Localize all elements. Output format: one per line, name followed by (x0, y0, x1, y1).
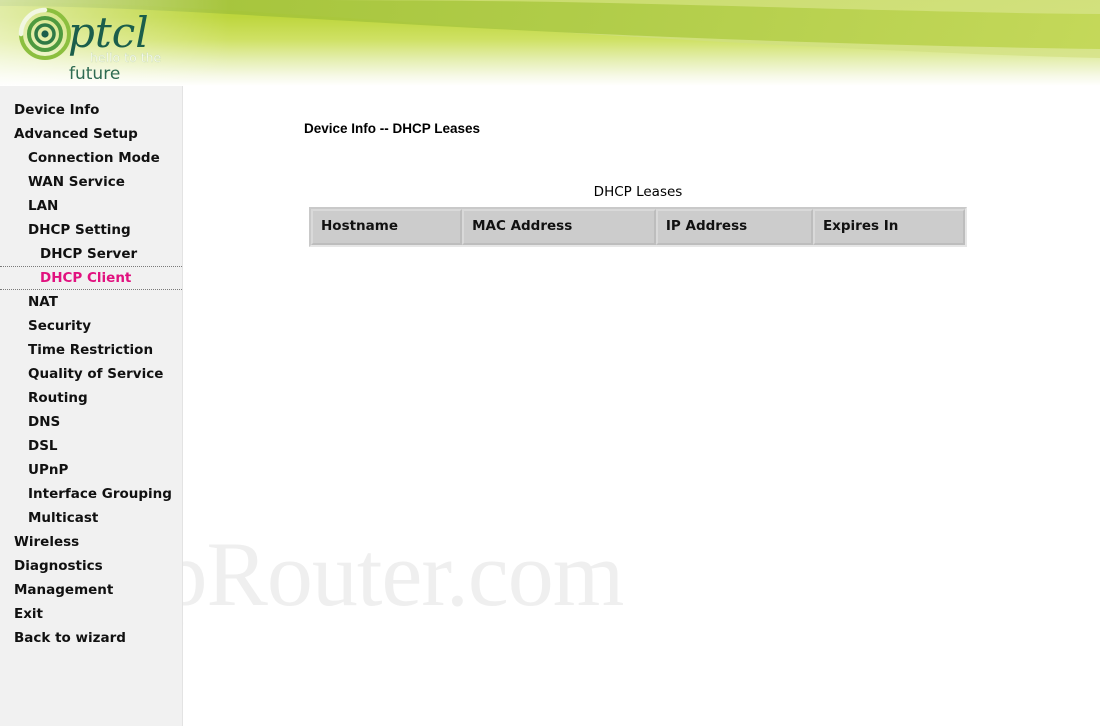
header-swoosh-decoration (0, 0, 1100, 86)
dhcp-leases-block: DHCP Leases Hostname MAC Address IP Addr… (309, 184, 967, 247)
sidebar-item-label: Management (14, 582, 114, 598)
ptcl-spiral-icon (18, 7, 71, 60)
sidebar-item-label: Quality of Service (28, 366, 164, 382)
sidebar-item-label: DHCP Client (40, 270, 132, 286)
dhcp-leases-table: Hostname MAC Address IP Address Expires … (309, 207, 967, 247)
sidebar-item-label: Exit (14, 606, 44, 622)
sidebar-item-wireless[interactable]: Wireless (0, 530, 182, 554)
sidebar-item-label: Diagnostics (14, 558, 103, 574)
column-header-ip-address: IP Address (655, 209, 813, 245)
sidebar-item-label: DHCP Server (40, 246, 138, 262)
column-header-mac-address: MAC Address (462, 209, 656, 245)
page-header-banner: ptcl hello to the future (0, 0, 1100, 86)
main-content: Device Info -- DHCP Leases DHCP Leases H… (183, 86, 1100, 726)
sidebar-item-dns[interactable]: DNS (0, 410, 182, 434)
sidebar-item-label: LAN (28, 198, 59, 214)
table-head: Hostname MAC Address IP Address Expires … (311, 209, 965, 245)
sidebar-item-advanced-setup[interactable]: Advanced Setup (0, 122, 182, 146)
sidebar-item-label: DHCP Setting (28, 222, 131, 238)
sidebar-item-nat[interactable]: NAT (0, 290, 182, 314)
sidebar-item-label: Interface Grouping (28, 486, 172, 502)
sidebar-item-multicast[interactable]: Multicast (0, 506, 182, 530)
sidebar-item-time-restriction[interactable]: Time Restriction (0, 338, 182, 362)
router-admin-page: ptcl hello to the future SetupRouter.com… (0, 0, 1100, 726)
sidebar-item-label: Routing (28, 390, 88, 406)
sidebar-item-dsl[interactable]: DSL (0, 434, 182, 458)
sidebar-item-quality-of-service[interactable]: Quality of Service (0, 362, 182, 386)
sidebar-item-label: Wireless (14, 534, 80, 550)
sidebar-item-lan[interactable]: LAN (0, 194, 182, 218)
sidebar-item-label: DSL (28, 438, 58, 454)
sidebar-item-security[interactable]: Security (0, 314, 182, 338)
sidebar-item-dhcp-server[interactable]: DHCP Server (0, 242, 182, 266)
column-header-expires-in: Expires In (812, 209, 965, 245)
column-header-hostname: Hostname (311, 209, 463, 245)
table-header-row: Hostname MAC Address IP Address Expires … (311, 209, 965, 245)
sidebar-item-label: Device Info (14, 102, 100, 118)
ptcl-logo-graphic: ptcl hello to the future (18, 7, 162, 84)
sidebar-item-device-info[interactable]: Device Info (0, 98, 182, 122)
sidebar-item-label: Connection Mode (28, 150, 160, 166)
sidebar-navigation: Device Info Advanced Setup Connection Mode… (0, 86, 183, 726)
sidebar-item-label: Back to wizard (14, 630, 126, 646)
page-title: Device Info -- DHCP Leases (304, 121, 481, 136)
sidebar-item-routing[interactable]: Routing (0, 386, 182, 410)
ptcl-tagline-line2: future (69, 64, 120, 84)
sidebar-item-interface-grouping[interactable]: Interface Grouping (0, 482, 182, 506)
sidebar-item-upnp[interactable]: UPnP (0, 458, 182, 482)
sidebar-item-label: Security (28, 318, 92, 334)
sidebar-item-label: WAN Service (28, 174, 125, 190)
table-caption: DHCP Leases (593, 184, 683, 200)
sidebar-item-label: UPnP (28, 462, 69, 478)
sidebar-item-label: NAT (28, 294, 58, 310)
sidebar-item-label: DNS (28, 414, 61, 430)
sidebar-item-diagnostics[interactable]: Diagnostics (0, 554, 182, 578)
sidebar-item-label: Time Restriction (28, 342, 154, 358)
ptcl-tagline-line1: hello to the (90, 50, 162, 65)
sidebar-item-management[interactable]: Management (0, 578, 182, 602)
sidebar-item-back-to-wizard[interactable]: Back to wizard (0, 626, 182, 650)
sidebar-item-dhcp-setting[interactable]: DHCP Setting (0, 218, 182, 242)
sidebar-item-exit[interactable]: Exit (0, 602, 182, 626)
sidebar-item-connection-mode[interactable]: Connection Mode (0, 146, 182, 170)
sidebar-item-wan-service[interactable]: WAN Service (0, 170, 182, 194)
sidebar-item-label: Advanced Setup (14, 126, 138, 142)
sidebar-item-dhcp-client[interactable]: DHCP Client (0, 266, 182, 290)
sidebar-item-label: Multicast (28, 510, 99, 526)
ptcl-logo[interactable]: ptcl hello to the future (12, 2, 162, 84)
